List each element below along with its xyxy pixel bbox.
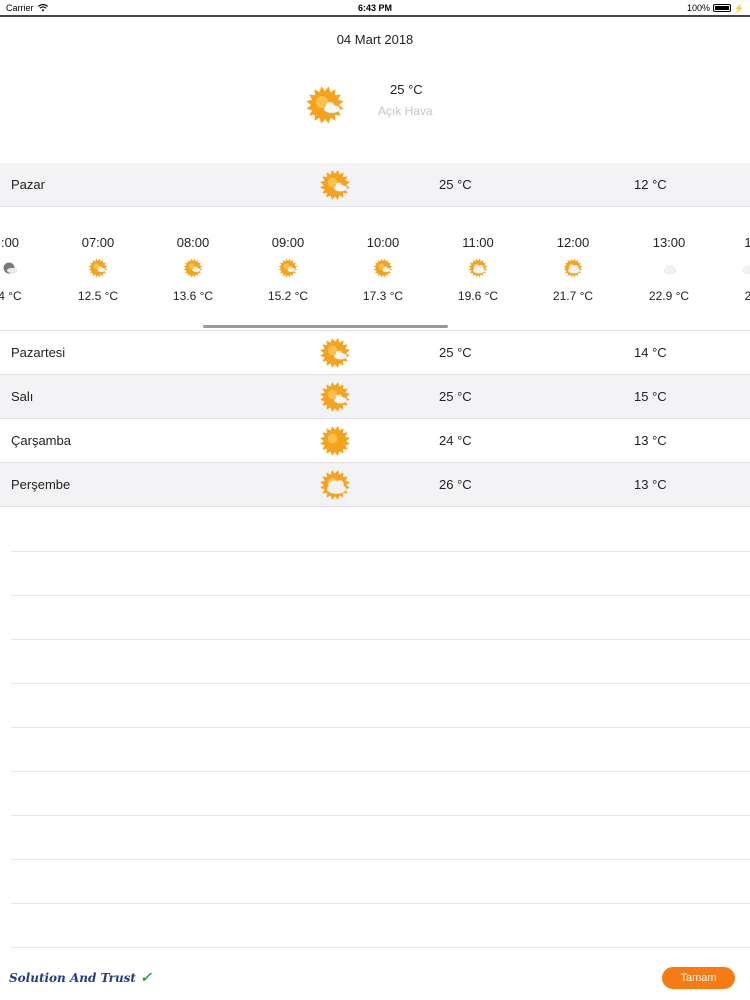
hour-temp: 17.3 °C (362, 289, 404, 303)
top-divider (0, 15, 750, 17)
ok-button[interactable]: Tamam (662, 967, 735, 989)
empty-row-divider (11, 815, 750, 816)
forecast-row[interactable]: Pazartesi 25 °C 14 °C (0, 331, 750, 375)
today-row[interactable]: Pazar 25 °C 12 °C (0, 163, 750, 207)
empty-row-divider (11, 595, 750, 596)
hour-time: 11:00 (462, 235, 494, 250)
hour-weather-icon (563, 258, 583, 278)
empty-row-divider (11, 639, 750, 640)
hour-time: 09:00 (271, 235, 305, 250)
hour-temp: 15.2 °C (267, 289, 309, 303)
day-name: Pazartesi (11, 345, 66, 360)
current-condition: Açık Hava (378, 104, 433, 118)
forecast-row[interactable]: Çarşamba 24 °C 13 °C (0, 419, 750, 463)
hour-time: 08:00 (176, 235, 210, 250)
day-high-temp: 25 °C (439, 389, 472, 404)
current-weather-icon (305, 85, 345, 125)
day-high-temp: 26 °C (439, 477, 472, 492)
day-low-temp: 15 °C (634, 389, 667, 404)
battery-percent: 100% (687, 3, 711, 13)
day-weather-icon (319, 381, 351, 413)
day-weather-icon (319, 337, 351, 369)
empty-row-divider (11, 683, 750, 684)
hour-weather-icon (373, 258, 393, 278)
hour-temp: 4 °C (0, 289, 22, 303)
hour-weather-icon (278, 258, 298, 278)
hour-time: 13:00 (652, 235, 686, 250)
empty-row-divider (11, 947, 750, 948)
brand-logo: Solution And Trust ✓ (9, 970, 152, 986)
empty-row-divider (11, 859, 750, 860)
day-weather-icon (319, 469, 351, 501)
status-time: 6:43 PM (357, 3, 392, 13)
day-high-temp: 25 °C (439, 177, 472, 192)
day-low-temp: 13 °C (634, 477, 667, 492)
empty-row-divider (11, 903, 750, 904)
hour-temp: 22.9 °C (648, 289, 690, 303)
status-right: 100% ⚡ (687, 3, 744, 13)
hour-weather-icon (468, 258, 488, 278)
day-high-temp: 25 °C (439, 345, 472, 360)
day-name: Perşembe (11, 477, 71, 492)
hour-temp: 12.5 °C (77, 289, 119, 303)
day-low-temp: 13 °C (634, 433, 667, 448)
hour-time: 07:00 (81, 235, 115, 250)
hour-temp: 13.6 °C (172, 289, 214, 303)
empty-row-divider (11, 771, 750, 772)
day-low-temp: 14 °C (634, 345, 667, 360)
hour-weather-icon (738, 258, 750, 278)
checkmark-icon: ✓ (140, 970, 152, 986)
day-name: Salı (11, 389, 34, 404)
hour-time: 10:00 (366, 235, 400, 250)
hour-time: :00 (0, 235, 20, 250)
forecast-row[interactable]: Salı 25 °C 15 °C (0, 375, 750, 419)
hour-temp: 2 (703, 289, 750, 303)
hour-time: 1 (713, 235, 750, 250)
hour-weather-icon (183, 258, 203, 278)
hour-weather-icon (88, 258, 108, 278)
hour-time: 12:00 (556, 235, 590, 250)
hourly-forecast-scroller[interactable]: :00 4 °C 07:00 12.5 °C 08:00 13.6 °C 09:… (0, 208, 750, 331)
empty-row-divider (11, 727, 750, 728)
day-name: Pazar (11, 177, 45, 192)
hour-temp: 19.6 °C (457, 289, 499, 303)
current-temperature: 25 °C (390, 82, 423, 97)
hour-weather-icon (659, 258, 679, 278)
hour-weather-icon (0, 258, 20, 278)
empty-row-divider (11, 551, 750, 552)
day-high-temp: 24 °C (439, 433, 472, 448)
day-weather-icon (319, 169, 351, 201)
status-bar: Carrier 6:43 PM 100% ⚡ (0, 0, 750, 16)
date-title: 04 Mart 2018 (336, 32, 414, 47)
battery-icon (713, 4, 732, 12)
horizontal-scrollbar[interactable] (203, 325, 448, 328)
day-name: Çarşamba (11, 433, 71, 448)
forecast-row[interactable]: Perşembe 26 °C 13 °C (0, 463, 750, 507)
brand-name: Solution And Trust (9, 971, 136, 985)
day-low-temp: 12 °C (634, 177, 667, 192)
hour-temp: 21.7 °C (552, 289, 594, 303)
day-weather-icon (319, 425, 351, 457)
charging-icon: ⚡ (734, 3, 744, 13)
